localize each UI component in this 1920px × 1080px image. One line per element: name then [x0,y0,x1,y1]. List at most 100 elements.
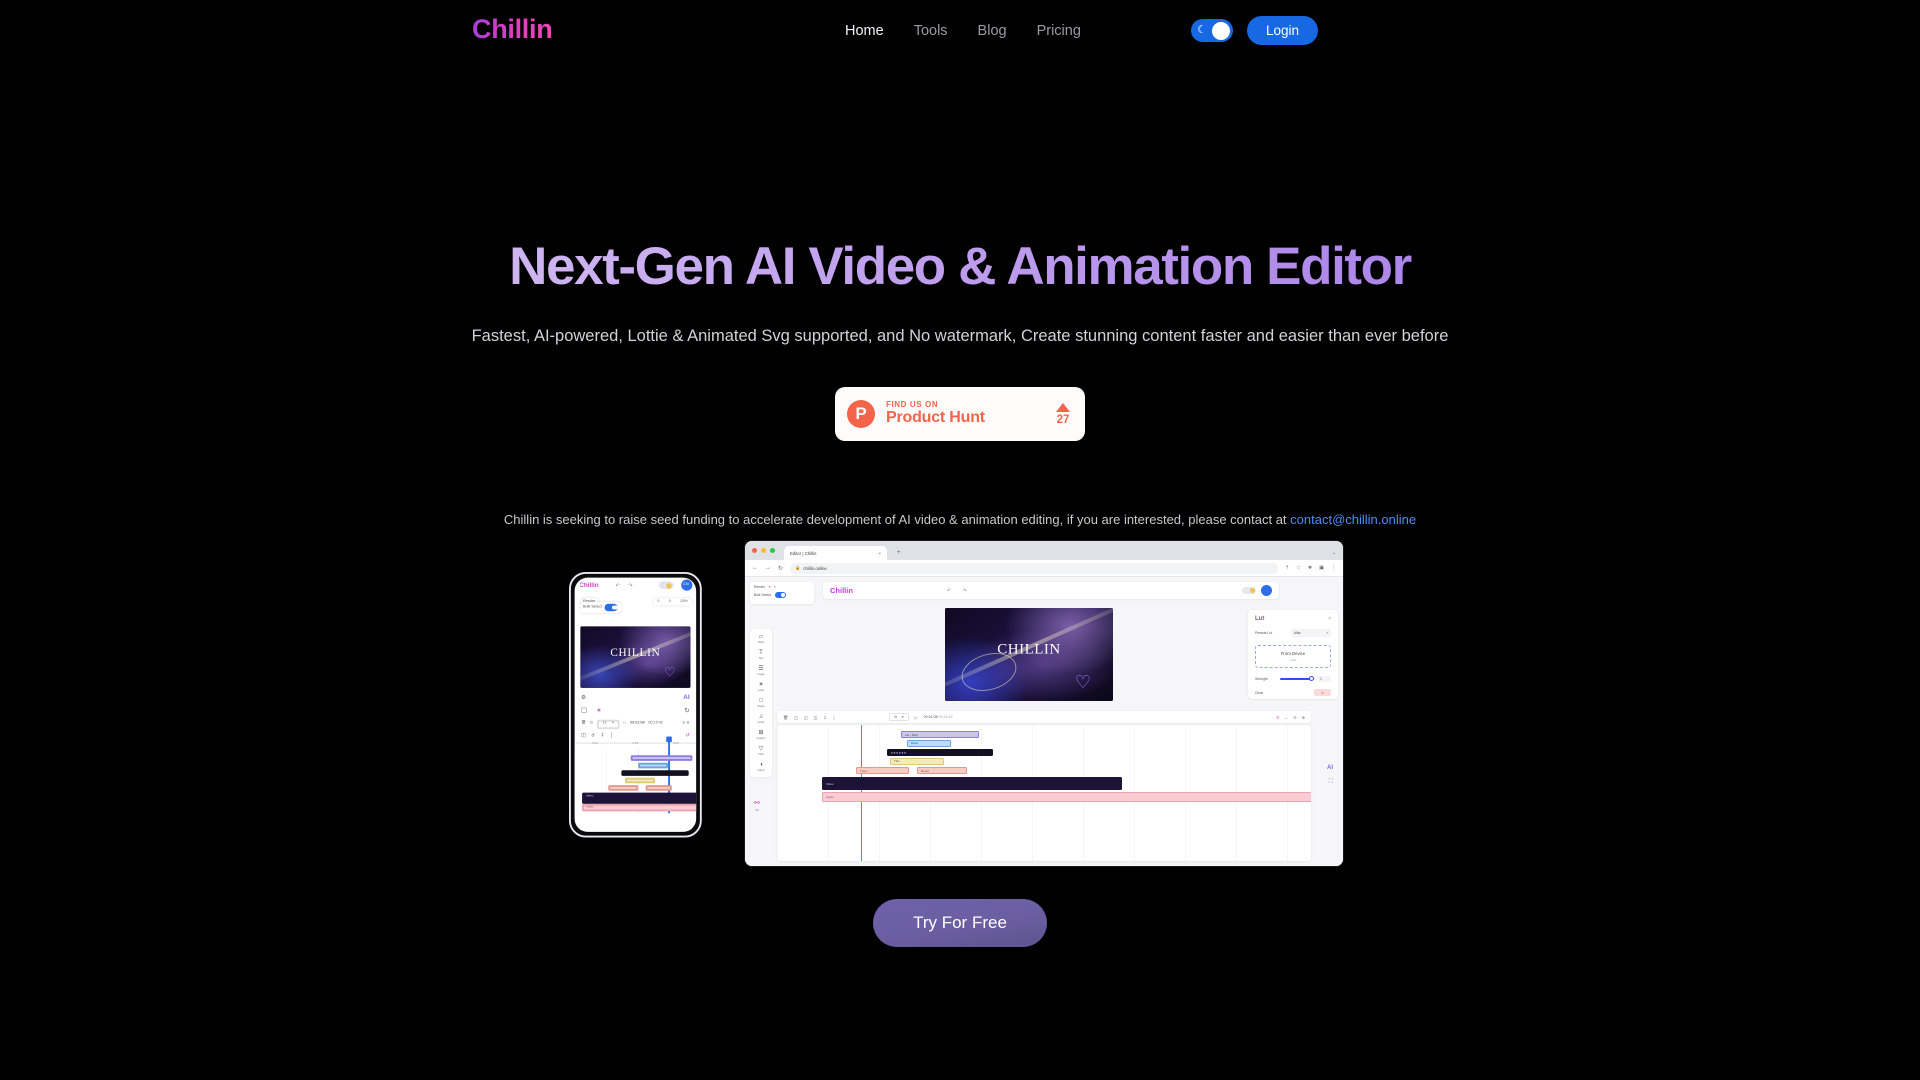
timeline-split-icon[interactable]: ◫ [794,715,798,720]
url-input[interactable]: 🔒 chillin.online [790,562,1279,574]
phone-timeline-clip[interactable]: Reset [645,784,672,791]
phone-link-icon[interactable]: ☌ [591,732,594,738]
rail-item-adjust[interactable]: ◑ Adjust [757,762,764,772]
chevron-down-icon[interactable]: ▾ [774,585,776,589]
timeline-clip[interactable]: Audio [822,792,1311,802]
phone-split-icon[interactable]: ◫ [581,732,586,738]
lut-upload-dropzone[interactable]: From Device .cube [1255,645,1331,668]
phone-down-icon[interactable]: ↧ [600,732,604,738]
rail-item-shape[interactable]: □ Shape [757,698,765,708]
extensions-icon[interactable]: ❖ [1308,565,1312,571]
timeline-zoomin-icon[interactable]: ⊕ [1302,715,1305,720]
phone-zoom-select[interactable]: 1x ▾ [596,718,620,729]
undo-redo-icons[interactable]: ↶ ↷ [947,588,972,594]
timeline-expand-icon[interactable]: ↔ [1284,715,1288,720]
lut-strength-slider[interactable] [1280,676,1315,682]
phone-timeline-clip[interactable]: Video [582,792,697,804]
rail-item-video[interactable]: ▱ Video [758,634,765,644]
lottie-3d-button[interactable]: ⚯ 3D [754,800,760,812]
chevron-down-icon[interactable]: ⌄ [1332,550,1336,556]
timeline-zoom-select[interactable]: fit ▾ [889,713,909,721]
app-brand-logo[interactable]: Chillin [830,586,853,595]
phone-magic-icon[interactable]: ↺ [686,732,690,738]
timeline-clip[interactable]: Lut - Misc [901,731,979,738]
timeline-copy-icon[interactable]: ◫ [804,715,808,720]
close-tab-icon[interactable]: × [878,551,881,556]
product-hunt-badge[interactable]: P FIND US ON Product Hunt 27 [835,387,1085,441]
lut-clear-button[interactable]: ✕ [1314,689,1331,696]
timeline-clip[interactable]: Trans [856,767,909,774]
phone-timeline-clip[interactable]: Lut - Misc [630,754,693,762]
close-window-button[interactable] [752,548,757,553]
left-tool-rail[interactable]: ▱ Video T Text ☰ Image ✶ Lottie □ Shape ♫ Audio ⊞ Cap… [750,629,772,777]
phone-avatar[interactable]: CN [680,579,692,591]
timeline-clip[interactable]: Reset [917,767,967,774]
login-button[interactable]: Login [1246,16,1318,45]
phone-timeline-clip[interactable]: Draw [638,762,669,769]
timeline-tracks[interactable]: Lut - Misc Draw ♥ ♥ ♥ ♥ ♥ ♥ Title Trans Reset… [777,725,1311,861]
timeline-delete-icon[interactable]: 🗑 [783,715,788,720]
phone-timeline-clip[interactable]: ♥♥♥♥ [621,769,689,777]
editor-canvas[interactable]: CHILLIN ♡ [945,608,1113,701]
phone-undo-redo-icons[interactable]: ↶ ↷ [615,582,636,588]
bulk-select-switch[interactable] [774,592,786,598]
timeline-clip[interactable]: Draw [907,740,951,747]
timeline-duplicate-icon[interactable]: ◫ [814,715,818,720]
new-tab-icon[interactable]: + [897,550,901,556]
rail-item-caption[interactable]: ⊞ Caption [757,730,766,740]
brand-logo[interactable]: Chillin [472,14,553,45]
phone-zoom-buttons[interactable]: ⊖ ⊕ [682,722,689,726]
theme-toggle[interactable]: ☾ [1190,19,1233,42]
phone-fullscreen-icon[interactable]: ↻ [684,706,689,713]
phone-play-icon[interactable]: ▷ [623,722,626,726]
reload-icon[interactable]: ↻ [778,565,783,572]
timeline-trim-icon[interactable]: ⌠ [833,715,835,720]
phone-crop-icon[interactable]: ⚙ [581,694,586,701]
maximize-window-button[interactable] [770,548,775,553]
lut-preset-select[interactable]: Misc ▾ [1291,629,1331,637]
rail-item-audio[interactable]: ♫ Audio [758,714,765,724]
forward-arrow-icon[interactable]: → [765,565,771,571]
timeline-zoomout-icon[interactable]: ⊖ [1293,715,1296,720]
star-icon[interactable]: ☆ [1296,565,1300,571]
phone-timeline-clip[interactable]: Trans [608,784,639,791]
browser-tab[interactable]: Editor | Chillin × [784,546,887,560]
timeline-clip[interactable]: Video [822,777,1122,790]
rail-item-text[interactable]: T Text [759,650,764,660]
rail-item-lottie[interactable]: ✶ Lottie [758,682,764,692]
phone-delete-icon[interactable]: 🗑 [581,722,586,726]
phone-timeline[interactable]: Lut - Misc Draw ♥♥♥♥ Title Trans Reset Video Au… [574,735,697,813]
fullscreen-icon[interactable]: ⛶ [1329,779,1333,786]
share-icon[interactable]: ⇡ [1285,565,1289,571]
phone-theme-toggle[interactable] [657,581,673,589]
phone-lottie-icon[interactable]: ✶ [596,706,601,713]
render-row[interactable]: Render ✶ ▾ [754,585,810,589]
timeline-clip[interactable]: ♥ ♥ ♥ ♥ ♥ ♥ [887,749,993,756]
nav-item-tools[interactable]: Tools [914,23,948,39]
nav-item-home[interactable]: Home [845,23,884,39]
phone-timeline-clip[interactable]: Title [625,777,656,784]
phone-timeline-clip[interactable]: Audio [582,804,697,812]
product-hunt-vote[interactable]: 27 [1056,402,1073,426]
app-avatar[interactable] [1261,585,1272,596]
phone-ai-badge[interactable]: AI [683,694,689,701]
nav-item-pricing[interactable]: Pricing [1037,23,1081,39]
sidepanel-icon[interactable]: ▣ [1319,565,1324,571]
minimize-window-button[interactable] [761,548,766,553]
phone-trim-icon[interactable]: ⌠ [610,732,613,738]
bulk-select-row[interactable]: Bulk Select [754,592,810,598]
back-arrow-icon[interactable]: ← [752,565,758,571]
try-for-free-button[interactable]: Try For Free [873,899,1047,947]
phone-copy-icon[interactable]: ◫ [590,722,594,726]
phone-media-icon[interactable]: ☐ [581,706,587,713]
ai-assistant-badge[interactable]: AI [1327,765,1333,771]
contact-email-link[interactable]: contact@chillin.online [1290,512,1416,527]
app-theme-toggle[interactable] [1242,587,1256,594]
timeline-clip[interactable]: Title [890,758,944,765]
timeline-download-icon[interactable]: ↧ [823,715,826,720]
timeline-magic-icon[interactable]: ↺ [1276,715,1279,720]
nav-item-blog[interactable]: Blog [978,23,1007,39]
close-icon[interactable]: × [1328,616,1331,622]
phone-bulk-select[interactable]: Bulk Select [579,602,622,613]
phone-bulk-switch[interactable] [604,604,618,611]
